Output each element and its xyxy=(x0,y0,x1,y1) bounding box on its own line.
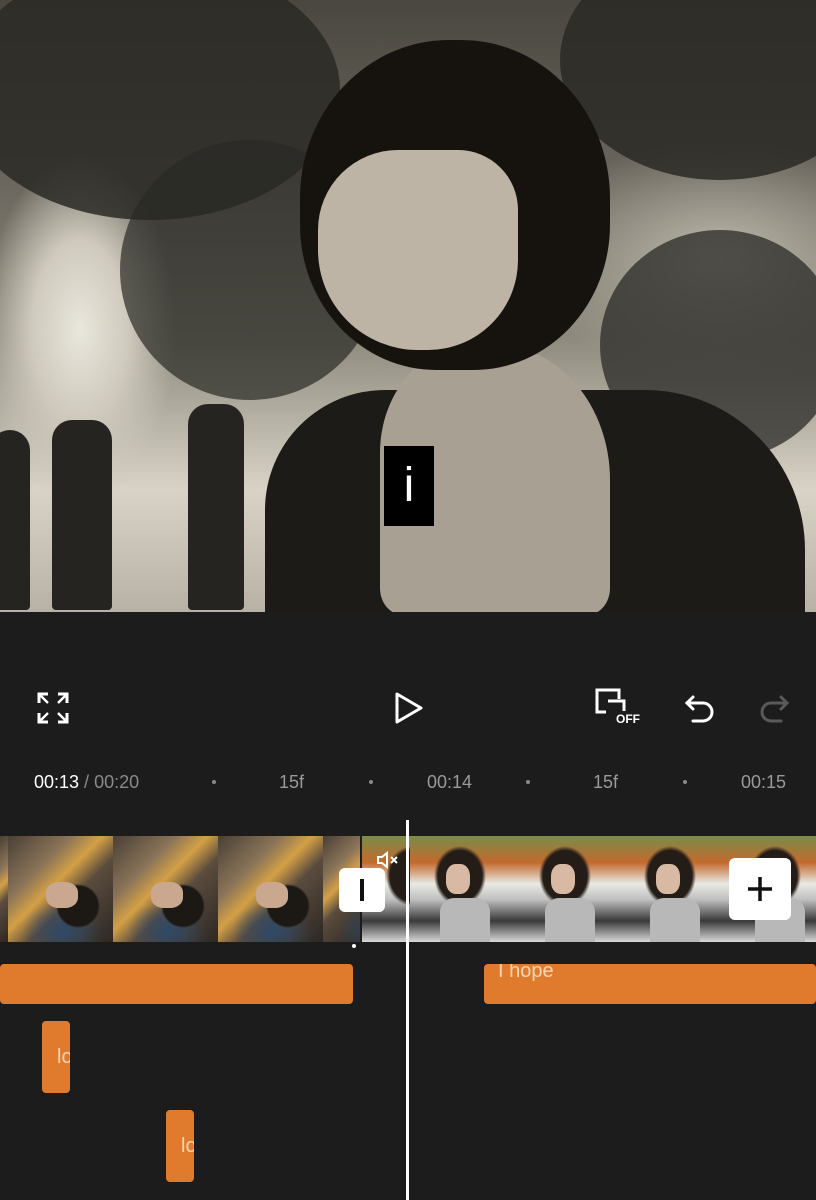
undo-button[interactable] xyxy=(678,686,722,730)
play-button[interactable] xyxy=(386,686,430,730)
video-preview[interactable]: i xyxy=(0,0,816,612)
ruler-mark: 00:14 xyxy=(427,772,473,792)
transition-icon xyxy=(360,879,364,901)
total-time: 00:20 xyxy=(94,772,140,792)
clip-thumbnail xyxy=(0,836,8,942)
text-track-clip[interactable] xyxy=(0,964,353,1004)
ruler-tick xyxy=(526,780,530,784)
add-clip-button[interactable] xyxy=(729,858,791,920)
text-track-clip[interactable]: lo xyxy=(42,1021,70,1093)
clip-thumbnail xyxy=(218,836,323,942)
text-track-clip[interactable]: lo xyxy=(166,1110,194,1182)
playback-toolbar: OFF xyxy=(0,672,816,744)
plus-icon xyxy=(748,877,772,901)
clip-thumbnail xyxy=(113,836,218,942)
fullscreen-button[interactable] xyxy=(31,686,75,730)
play-icon xyxy=(395,692,423,724)
ruler-tick xyxy=(683,780,687,784)
text-track-clip[interactable]: I hope xyxy=(484,964,816,1004)
video-editor: i OFF 00:13 / 00:20 15f 00:14 15f 00:15 … xyxy=(0,0,816,1200)
time-ruler[interactable]: 00:13 / 00:20 15f 00:14 15f 00:15 xyxy=(0,760,816,804)
background-person xyxy=(52,420,112,610)
clip-end-marker xyxy=(352,944,356,948)
preview-text-overlay[interactable]: i xyxy=(384,446,434,526)
fullscreen-icon xyxy=(37,692,69,724)
timeline[interactable]: I hope lo lo xyxy=(0,820,816,1200)
ruler-tick xyxy=(212,780,216,784)
current-time: 00:13 xyxy=(34,772,80,792)
redo-button[interactable] xyxy=(752,686,796,730)
playhead[interactable] xyxy=(406,820,409,1200)
clip-thumbnail xyxy=(410,836,515,942)
undo-icon xyxy=(684,695,714,723)
keyframe-toggle-button[interactable]: OFF xyxy=(592,686,644,730)
time-separator: / xyxy=(79,772,95,792)
clip-thumbnail xyxy=(515,836,620,942)
time-display: 00:13 / 00:20 xyxy=(34,772,139,793)
ruler-tick xyxy=(369,780,373,784)
transition-button[interactable] xyxy=(339,868,385,912)
redo-icon xyxy=(760,695,790,723)
ruler-mark: 00:15 xyxy=(741,772,787,792)
clip-thumbnail xyxy=(620,836,725,942)
background-person xyxy=(0,430,30,610)
subject-face xyxy=(318,150,518,350)
background-person xyxy=(188,404,244,610)
clip-thumbnail xyxy=(8,836,113,942)
keyframe-off-label: OFF xyxy=(616,712,640,726)
ruler-mark: 15f xyxy=(593,772,619,792)
ruler-mark: 15f xyxy=(279,772,305,792)
video-clip[interactable] xyxy=(0,836,360,942)
